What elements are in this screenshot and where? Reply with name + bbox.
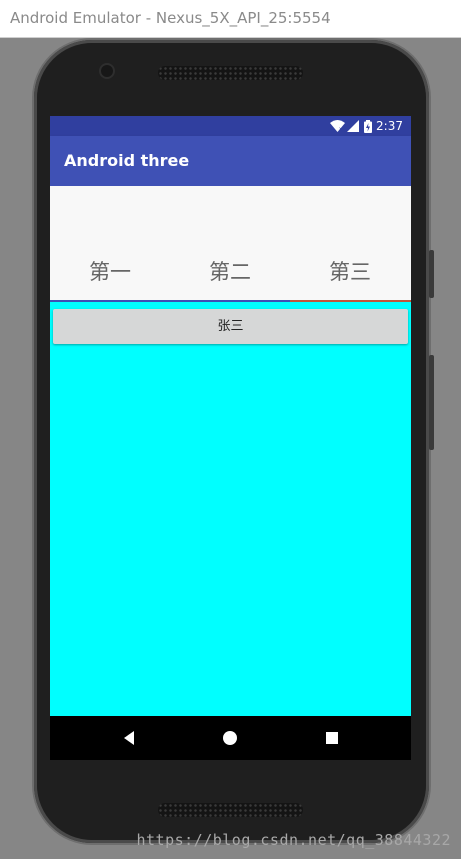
device-screen: x 2:37 Android three 第一 第二 第三 张三	[50, 116, 411, 760]
svg-text:x: x	[339, 126, 343, 132]
front-camera-icon	[101, 65, 113, 77]
bottom-speaker-grille	[158, 803, 303, 817]
signal-icon	[347, 120, 360, 132]
battery-icon	[364, 119, 373, 133]
wifi-icon: x	[330, 120, 346, 132]
tab-bar: 第一 第二 第三	[50, 186, 411, 302]
tab-second[interactable]: 第二	[170, 256, 290, 286]
recents-icon[interactable]	[322, 728, 342, 748]
status-bar: x 2:37	[50, 116, 411, 136]
navigation-bar	[50, 716, 411, 760]
power-button[interactable]	[429, 250, 434, 298]
volume-button[interactable]	[429, 355, 434, 450]
watermark: https://blog.csdn.net/qq_38844322	[136, 831, 451, 849]
back-icon[interactable]	[120, 728, 140, 748]
top-speaker-grille	[158, 66, 303, 80]
app-title: Android three	[64, 151, 190, 170]
emulator-title-bar[interactable]: Android Emulator - Nexus_5X_API_25:5554	[0, 0, 461, 38]
status-time: 2:37	[376, 119, 403, 133]
status-icons: x 2:37	[330, 118, 403, 134]
home-icon[interactable]	[220, 728, 240, 748]
tab-indicator-track	[50, 300, 290, 302]
tab-indicator-selected	[290, 300, 411, 302]
zhangsan-button[interactable]: 张三	[53, 309, 408, 344]
window-title: Android Emulator - Nexus_5X_API_25:5554	[10, 9, 331, 27]
tab-third[interactable]: 第三	[290, 256, 410, 286]
tab-first[interactable]: 第一	[50, 256, 170, 286]
app-bar: Android three	[50, 136, 411, 186]
